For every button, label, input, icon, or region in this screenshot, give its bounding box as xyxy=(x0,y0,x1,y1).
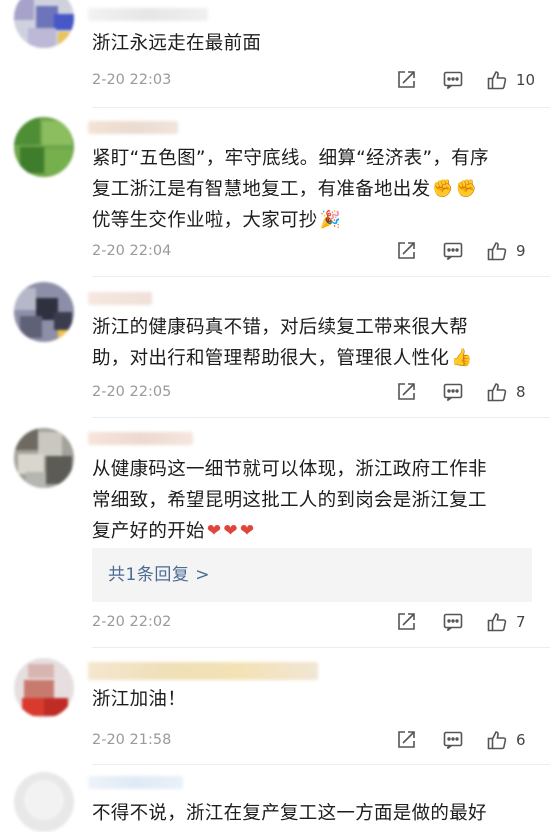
fire-cracker-emoji: 🎉 xyxy=(319,210,342,230)
avatar[interactable] xyxy=(14,282,74,342)
comment-text: 浙江的健康码真不错，对后续复工带来很大帮 助，对出行和管理帮助很大，管理很人性化… xyxy=(92,312,532,374)
comment-time: 2-20 22:05 xyxy=(92,384,172,400)
comment-meta: 2-20 21:58 6 xyxy=(0,728,550,752)
comment-meta: 2-20 22:05 8 xyxy=(0,380,550,404)
heart-emoji: ❤ xyxy=(239,521,255,541)
share-icon[interactable] xyxy=(395,69,417,91)
share-icon[interactable] xyxy=(395,240,417,262)
avatar[interactable] xyxy=(14,658,74,718)
fist-emoji: ✊ xyxy=(455,179,478,199)
divider xyxy=(92,647,550,648)
comment-text: 从健康码这一细节就可以体现，浙江政府工作非 常细致，希望昆明这批工人的到岗会是浙… xyxy=(92,454,532,547)
thumbs-up-icon[interactable] xyxy=(486,69,508,91)
comment-time: 2-20 22:02 xyxy=(92,614,172,630)
avatar[interactable] xyxy=(14,117,74,177)
comment-time: 2-20 21:58 xyxy=(92,732,172,748)
avatar[interactable] xyxy=(14,0,74,48)
username-blurred[interactable] xyxy=(88,8,208,21)
divider xyxy=(92,417,550,418)
heart-emoji: ❤ xyxy=(223,521,238,541)
avatar[interactable] xyxy=(14,772,74,832)
thumbs-up-icon[interactable] xyxy=(486,381,508,403)
comment-text: 不得不说，浙江在复产复工这一方面是做的最好 xyxy=(92,803,487,824)
like-count: 9 xyxy=(516,242,526,260)
username-blurred[interactable] xyxy=(88,662,318,680)
comment-icon[interactable] xyxy=(442,611,464,633)
comment-time: 2-20 22:03 xyxy=(92,72,172,88)
like-count: 7 xyxy=(516,613,526,631)
reply-box: 共1条回复 > xyxy=(92,548,532,602)
comment-icon[interactable] xyxy=(442,729,464,751)
share-icon[interactable] xyxy=(395,381,417,403)
comment-text: 浙江永远走在最前面 xyxy=(92,33,262,54)
comment-meta: 2-20 22:04 9 xyxy=(0,239,550,263)
username-blurred[interactable] xyxy=(88,121,178,134)
heart-emoji: ❤ xyxy=(206,521,222,541)
divider xyxy=(92,276,550,277)
username-blurred[interactable] xyxy=(88,432,193,445)
like-count: 6 xyxy=(516,731,526,749)
divider xyxy=(92,764,550,765)
share-icon[interactable] xyxy=(395,729,417,751)
divider xyxy=(92,107,550,108)
view-replies-link[interactable]: 共1条回复 > xyxy=(108,548,210,602)
username-blurred[interactable] xyxy=(88,776,183,789)
share-icon[interactable] xyxy=(395,611,417,633)
thumbs-up-icon[interactable] xyxy=(486,611,508,633)
like-count: 10 xyxy=(516,71,536,89)
comment-meta: 2-20 22:02 7 xyxy=(0,610,550,634)
comment-icon[interactable] xyxy=(442,69,464,91)
comment-text: 紧盯“五色图”，牢守底线。细算“经济表”，有序 复工浙江是有智慧地复工，有准备地… xyxy=(92,143,532,236)
username-blurred[interactable] xyxy=(88,292,152,305)
avatar[interactable] xyxy=(14,428,74,488)
comment-icon[interactable] xyxy=(442,240,464,262)
like-count: 8 xyxy=(516,383,526,401)
comment-text: 浙江加油！ xyxy=(92,689,187,710)
thumbs-up-icon[interactable] xyxy=(486,240,508,262)
comment-icon[interactable] xyxy=(442,381,464,403)
fist-emoji: ✊ xyxy=(432,179,454,199)
thumbs-up-icon[interactable] xyxy=(486,729,508,751)
comment-time: 2-20 22:04 xyxy=(92,243,172,259)
comment-meta: 2-20 22:03 10 xyxy=(0,68,550,92)
thumbs-up-emoji: 👍 xyxy=(451,348,473,368)
